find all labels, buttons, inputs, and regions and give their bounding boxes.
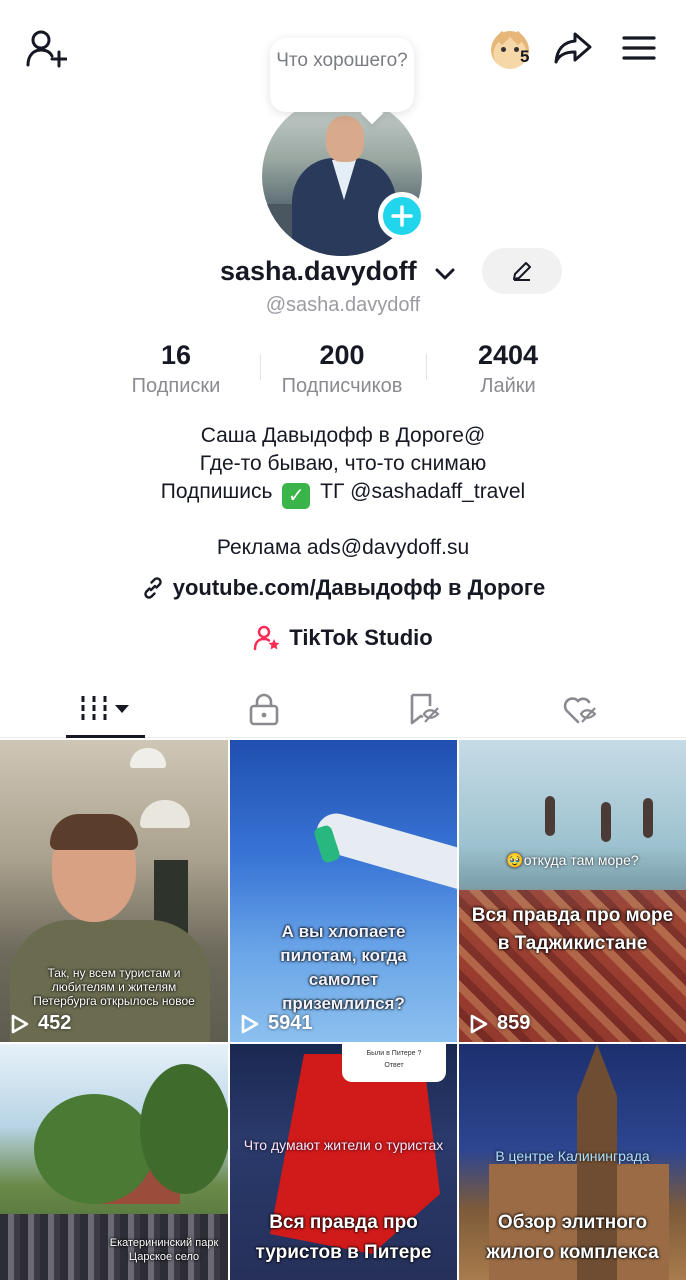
ads-contact: Реклама ads@davydoff.su bbox=[216, 536, 470, 559]
video-caption-top: 🥹откуда там море? bbox=[506, 852, 639, 868]
poll-popup: Были в Питере ? Ответ bbox=[342, 1044, 446, 1082]
video-caption: А вы хлопаете пилотам, когда самолет при… bbox=[280, 922, 407, 1013]
studio-person-star-icon bbox=[254, 625, 280, 651]
view-count-value: 859 bbox=[497, 1012, 531, 1034]
stat-following[interactable]: 16 Подписки bbox=[96, 338, 256, 400]
pencil-icon bbox=[513, 262, 531, 281]
video-caption: Так, ну всем туристам и любителям и жите… bbox=[33, 966, 195, 1008]
view-count: 859 bbox=[469, 1012, 530, 1035]
stat-label: Подписчиков bbox=[281, 375, 403, 397]
video-grid: Так, ну всем туристам и любителям и жите… bbox=[0, 740, 686, 1280]
tiktok-studio-button[interactable]: TikTok Studio bbox=[0, 622, 686, 654]
video-tile[interactable]: Так, ну всем туристам и любителям и жите… bbox=[0, 740, 228, 1042]
play-icon bbox=[241, 1014, 259, 1033]
stat-likes[interactable]: 2404 Лайки bbox=[428, 338, 588, 400]
stat-label: Лайки bbox=[480, 375, 536, 397]
tab-saved[interactable] bbox=[386, 680, 462, 738]
stat-value: 200 bbox=[319, 340, 365, 370]
tab-videos[interactable] bbox=[66, 680, 145, 738]
profile-avatar[interactable] bbox=[262, 96, 426, 258]
video-caption-top: Что думают жители о туристах bbox=[243, 1137, 444, 1153]
poll-answer: Ответ bbox=[384, 1062, 404, 1069]
chevron-down-icon[interactable] bbox=[433, 262, 457, 286]
play-icon bbox=[470, 1014, 488, 1033]
display-name[interactable]: sasha.davydoff bbox=[220, 256, 417, 287]
divider bbox=[426, 354, 427, 380]
active-tab-indicator bbox=[66, 735, 145, 738]
edit-profile-button[interactable] bbox=[482, 248, 562, 294]
video-caption-top: В центре Калининграда bbox=[495, 1148, 650, 1164]
user-handle: @sasha.davydoff bbox=[265, 294, 421, 316]
profile-tabs bbox=[0, 680, 686, 738]
stat-followers[interactable]: 200 Подписчиков bbox=[262, 338, 422, 400]
view-count: 452 bbox=[10, 1012, 71, 1035]
name-row: sasha.davydoff bbox=[0, 248, 686, 296]
coins-count: 5 bbox=[520, 47, 530, 66]
profile-stats: 16 Подписки 200 Подписчиков 2404 Лайки bbox=[100, 338, 586, 402]
video-tile[interactable]: А вы хлопаете пилотам, когда самолет при… bbox=[230, 740, 457, 1042]
note-bubble[interactable]: Что хорошего? bbox=[270, 38, 414, 112]
bio: Саша Давыдофф в Дороге@ Где-то бываю, чт… bbox=[0, 422, 686, 509]
tab-liked[interactable] bbox=[542, 680, 618, 738]
video-caption: Вся правда про море в Таджикистане bbox=[471, 905, 674, 954]
view-count: 5941 bbox=[240, 1012, 313, 1035]
bio-text: Подпишись bbox=[160, 480, 273, 503]
play-icon bbox=[11, 1014, 29, 1033]
tab-private[interactable] bbox=[226, 680, 302, 738]
video-caption: Екатерининский парк Царское село bbox=[109, 1237, 219, 1263]
video-caption: Обзор элитного жилого комплекса bbox=[486, 1212, 659, 1263]
heart-icon bbox=[563, 697, 597, 724]
grid-icon bbox=[81, 696, 129, 722]
video-caption: Вся правда про туристов в Питере bbox=[255, 1212, 432, 1263]
studio-label: TikTok Studio bbox=[289, 625, 433, 650]
bio-line: Где-то бываю, что-то снимаю bbox=[199, 452, 487, 475]
menu-icon[interactable] bbox=[614, 28, 664, 68]
profile-page: 5 Что хорошего? sasha.davydoff @sasha.da… bbox=[0, 0, 686, 1280]
video-tile[interactable]: В центре Калининграда Обзор элитного жил… bbox=[459, 1044, 686, 1280]
view-count-value: 452 bbox=[38, 1012, 72, 1034]
profile-link[interactable]: youtube.com/Давыдофф в Дороге bbox=[0, 572, 686, 604]
view-count-value: 5941 bbox=[268, 1012, 313, 1034]
video-tile[interactable]: Екатерининский парк Царское село bbox=[0, 1044, 228, 1280]
share-icon[interactable] bbox=[548, 26, 598, 70]
stat-label: Подписки bbox=[131, 375, 221, 397]
bio-text: ТГ @sashadaff_travel bbox=[320, 480, 526, 503]
lock-icon bbox=[249, 693, 279, 726]
check-mark-icon: ✓ bbox=[282, 483, 311, 509]
stat-value: 2404 bbox=[477, 340, 539, 370]
poll-title: Были в Питере ? bbox=[366, 1050, 422, 1057]
bio-line: Саша Давыдофф в Дороге@ bbox=[200, 424, 486, 447]
bio-line: Подпишись ✓ ТГ @sashadaff_travel bbox=[0, 478, 686, 509]
add-story-plus-icon[interactable] bbox=[378, 192, 426, 240]
divider bbox=[260, 354, 261, 380]
stat-value: 16 bbox=[160, 340, 192, 370]
video-tile[interactable]: 🥹откуда там море? Вся правда про море в … bbox=[459, 740, 686, 1042]
add-friend-icon[interactable] bbox=[22, 26, 70, 70]
bookmark-icon bbox=[410, 693, 440, 725]
link-text: youtube.com/Давыдофф в Дороге bbox=[172, 575, 546, 600]
video-tile[interactable]: Были в Питере ? Ответ Что думают жители … bbox=[230, 1044, 457, 1280]
link-icon bbox=[144, 577, 162, 599]
